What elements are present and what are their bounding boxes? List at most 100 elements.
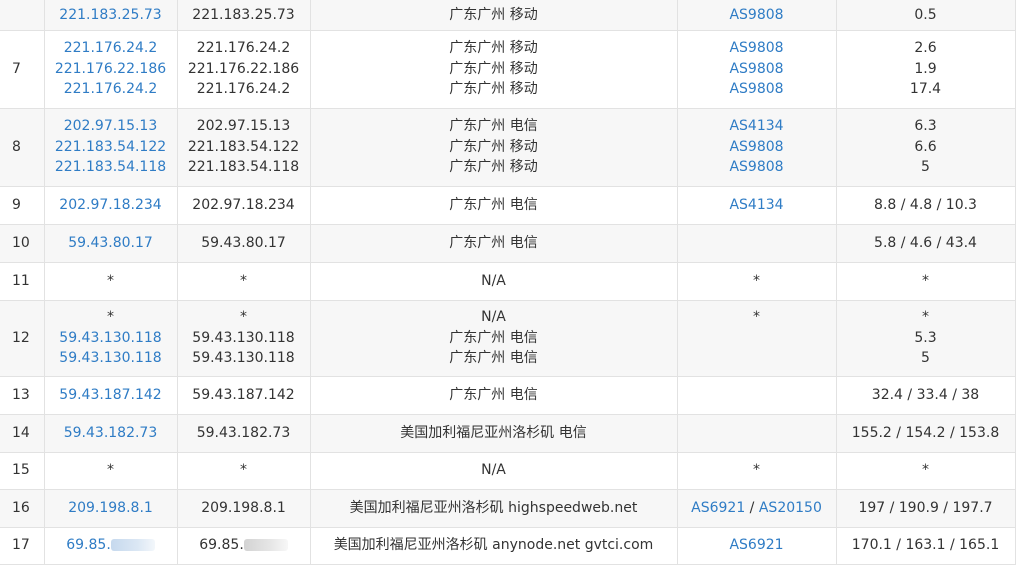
ip-link[interactable]: 221.176.24.2 bbox=[64, 81, 158, 97]
ip-cell: 59.43.187.142 bbox=[44, 376, 178, 415]
ip-line: 209.198.8.1 bbox=[45, 498, 177, 519]
as-link[interactable]: AS9808 bbox=[729, 61, 783, 77]
hostname-line: 69.85. bbox=[178, 535, 310, 556]
redacted-blur bbox=[243, 539, 288, 552]
hostname-line: 221.176.22.186 bbox=[178, 59, 310, 80]
table-row: 13 59.43.187.142 59.43.187.142 广东广州 电信 32.4 … bbox=[0, 376, 1016, 415]
location-cell: N/A bbox=[310, 262, 678, 301]
hop-number-cell: 9 bbox=[0, 186, 45, 225]
ip-cell: 59.43.80.17 bbox=[44, 224, 178, 263]
table-row: 8 202.97.15.13 221.183.54.122 221.183.54.11… bbox=[0, 108, 1016, 187]
as-link[interactable]: AS9808 bbox=[729, 139, 783, 155]
as-link[interactable]: AS4134 bbox=[729, 118, 783, 134]
ip-link[interactable]: 221.183.54.122 bbox=[55, 139, 166, 155]
hostname-cell: * bbox=[177, 262, 311, 301]
location-text: N/A bbox=[481, 309, 506, 326]
ip-line: 59.43.80.17 bbox=[45, 233, 177, 254]
hop-number: 10 bbox=[12, 234, 30, 251]
ip-line: 59.43.130.118 bbox=[45, 328, 177, 349]
hop-number: 12 bbox=[12, 329, 30, 346]
as-link[interactable]: AS6921 bbox=[729, 537, 783, 553]
ip-line: 202.97.15.13 bbox=[45, 116, 177, 137]
hop-number-cell: 13 bbox=[0, 376, 45, 415]
hostname-text: 221.176.22.186 bbox=[187, 60, 300, 77]
hostname-text: 221.176.24.2 bbox=[196, 40, 291, 57]
as-link[interactable]: AS4134 bbox=[729, 197, 783, 213]
hop-number-cell: 11 bbox=[0, 262, 45, 301]
ip-link[interactable]: 202.97.18.234 bbox=[59, 197, 161, 213]
hostname-cell: 59.43.182.73 bbox=[177, 414, 311, 453]
location-text: 广东广州 电信 bbox=[449, 234, 538, 251]
ip-timeout: * bbox=[107, 272, 114, 289]
ip-link[interactable]: 221.176.22.186 bbox=[55, 61, 166, 77]
ip-link[interactable]: 221.176.24.2 bbox=[64, 40, 158, 56]
ip-link[interactable]: 221.183.54.118 bbox=[55, 159, 166, 175]
as-line: * bbox=[678, 271, 836, 292]
latency-text: * bbox=[922, 462, 929, 479]
hop-number: 11 bbox=[12, 272, 30, 289]
hostname-line: 221.183.25.73 bbox=[178, 5, 310, 26]
latency-text: 5 bbox=[921, 350, 930, 367]
ip-line: 202.97.18.234 bbox=[45, 195, 177, 216]
as-cell: * bbox=[677, 262, 837, 301]
ip-link[interactable]: 59.43.182.73 bbox=[64, 425, 158, 441]
latency-text: 5 bbox=[921, 159, 930, 176]
hostname-text: 209.198.8.1 bbox=[201, 499, 286, 516]
hostname-line: * bbox=[178, 307, 310, 328]
location-cell: 广东广州 电信 bbox=[310, 376, 678, 415]
hostname-line: 59.43.130.118 bbox=[178, 348, 310, 369]
hostname-text: 221.183.54.118 bbox=[187, 159, 300, 176]
ip-line: 221.176.24.2 bbox=[45, 38, 177, 59]
ip-link[interactable]: 59.43.80.17 bbox=[68, 235, 153, 251]
latency-text: 5.8 / 4.6 / 43.4 bbox=[874, 234, 977, 251]
as-link[interactable]: AS9808 bbox=[729, 40, 783, 56]
hop-number: 14 bbox=[12, 424, 30, 441]
as-line: AS9808 bbox=[678, 157, 836, 178]
hop-number: 9 bbox=[12, 196, 21, 213]
ip-link[interactable]: 69.85. bbox=[66, 537, 111, 553]
ip-line: 59.43.182.73 bbox=[45, 423, 177, 444]
hostname-cell: 221.183.25.73 bbox=[177, 0, 311, 31]
latency-cell: 5.8 / 4.6 / 43.4 bbox=[836, 224, 1016, 263]
location-cell: 广东广州 移动 广东广州 移动 广东广州 移动 bbox=[310, 30, 678, 109]
hostname-line: 59.43.182.73 bbox=[178, 423, 310, 444]
as-link[interactable]: AS6921 bbox=[691, 500, 745, 516]
table-row: 221.183.25.73 221.183.25.73 广东广州 移动 AS9808 0… bbox=[0, 0, 1016, 31]
location-text: 广东广州 电信 bbox=[449, 329, 538, 346]
as-cell: AS9808 AS9808 AS9808 bbox=[677, 30, 837, 109]
as-line bbox=[678, 328, 836, 349]
as-link[interactable]: AS9808 bbox=[729, 159, 783, 175]
ip-link[interactable]: 59.43.187.142 bbox=[59, 387, 161, 403]
as-line: AS6921 / AS20150 bbox=[678, 498, 836, 519]
as-link[interactable]: AS9808 bbox=[729, 81, 783, 97]
location-text: 广东广州 移动 bbox=[449, 6, 538, 23]
hostname-line: * bbox=[178, 271, 310, 292]
ip-link[interactable]: 221.183.25.73 bbox=[59, 7, 161, 23]
latency-cell: 155.2 / 154.2 / 153.8 bbox=[836, 414, 1016, 453]
ip-cell: 69.85. bbox=[44, 527, 178, 565]
ip-link[interactable]: 209.198.8.1 bbox=[68, 500, 153, 516]
ip-link[interactable]: 59.43.130.118 bbox=[59, 350, 161, 366]
hop-number-cell: 12 bbox=[0, 300, 45, 377]
hostname-text: 221.176.24.2 bbox=[196, 81, 291, 98]
ip-timeout: * bbox=[107, 462, 114, 479]
as-cell: AS4134 bbox=[677, 186, 837, 225]
as-link[interactable]: AS9808 bbox=[729, 7, 783, 23]
as-timeout: * bbox=[753, 309, 760, 326]
as-link[interactable]: AS20150 bbox=[759, 500, 822, 516]
ip-link[interactable]: 202.97.15.13 bbox=[64, 118, 158, 134]
latency-cell: 197 / 190.9 / 197.7 bbox=[836, 489, 1016, 528]
location-text: 广东广州 移动 bbox=[449, 138, 538, 155]
latency-text: 17.4 bbox=[909, 81, 942, 98]
as-line bbox=[678, 385, 836, 406]
ip-link[interactable]: 59.43.130.118 bbox=[59, 330, 161, 346]
location-text: 广东广州 电信 bbox=[449, 386, 538, 403]
latency-cell: * 5.3 5 bbox=[836, 300, 1016, 377]
table-row: 7 221.176.24.2 221.176.22.186 221.176.24.2 2… bbox=[0, 30, 1016, 109]
hostname-text: 221.183.25.73 bbox=[192, 6, 295, 23]
as-line: * bbox=[678, 307, 836, 328]
traceroute-table: 221.183.25.73 221.183.25.73 广东广州 移动 AS9808 0… bbox=[0, 0, 1016, 565]
location-text: 广东广州 电信 bbox=[449, 196, 538, 213]
hop-number-cell: 10 bbox=[0, 224, 45, 263]
hostname-cell: 202.97.15.13 221.183.54.122 221.183.54.118 bbox=[177, 108, 311, 187]
